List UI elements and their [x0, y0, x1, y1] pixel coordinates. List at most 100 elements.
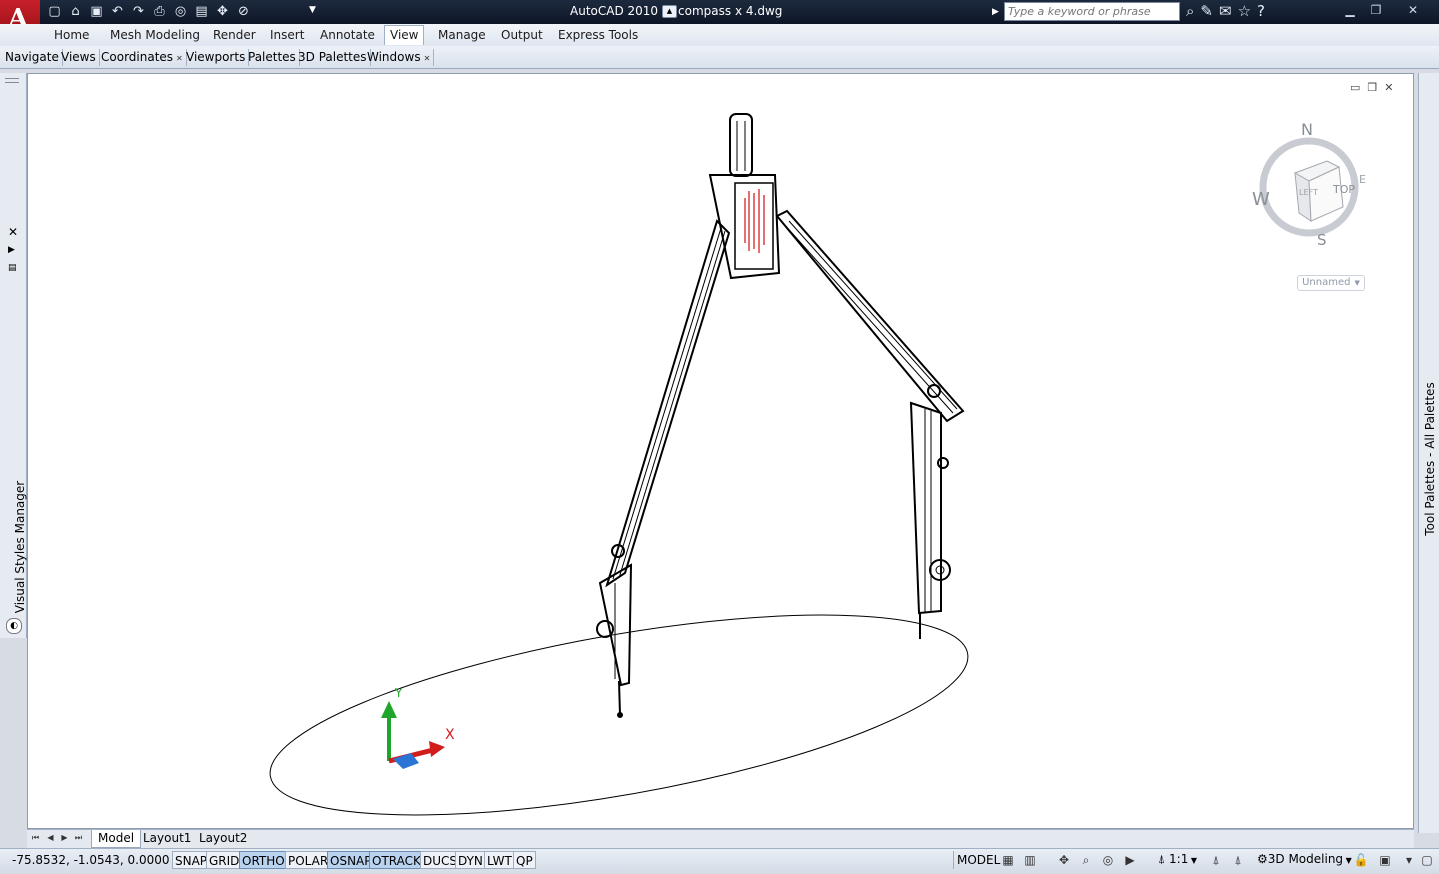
- communication-icon[interactable]: ✉: [1219, 2, 1232, 20]
- help-icon[interactable]: ?: [1257, 2, 1265, 20]
- tab-manage[interactable]: Manage: [433, 26, 491, 45]
- palette-grip[interactable]: [5, 78, 19, 83]
- annotation-scale[interactable]: ⍋ 1:1 ▼: [1158, 852, 1197, 867]
- workspace-switching[interactable]: ⚙3D Modeling ▼: [1257, 852, 1352, 866]
- auto-scale-icon[interactable]: ⍋: [1229, 851, 1247, 869]
- sheet-icon[interactable]: ▤: [193, 4, 210, 20]
- status-menu-icon[interactable]: ▾: [1400, 851, 1418, 869]
- panel-3d-palettes[interactable]: 3D Palettes: [295, 49, 371, 66]
- named-view-dropdown[interactable]: Unnamed ▼: [1297, 275, 1365, 291]
- viewcube[interactable]: TOP LEFT N W S E: [1252, 120, 1366, 249]
- panel-expand-icon[interactable]: ✕: [176, 54, 183, 63]
- binoculars-icon[interactable]: ⌕: [1186, 2, 1194, 20]
- panel-label: Coordinates: [101, 50, 174, 64]
- panel-viewports[interactable]: Viewports: [183, 49, 250, 66]
- chevron-down-icon: ▼: [1343, 856, 1352, 865]
- panel-coordinates[interactable]: Coordinates ✕: [98, 49, 187, 66]
- tool-palettes-title: Tool Palettes - All Palettes: [1423, 382, 1437, 536]
- toggle-otrack[interactable]: OTRACK: [369, 851, 424, 869]
- panel-navigate[interactable]: Navigate: [2, 49, 63, 66]
- subscription-icon[interactable]: ✎: [1200, 2, 1213, 20]
- toggle-qp[interactable]: QP: [513, 851, 536, 869]
- first-layout-icon[interactable]: ⏮: [30, 832, 41, 844]
- tab-annotate[interactable]: Annotate: [315, 26, 380, 45]
- qat-customize-icon[interactable]: ▼: [309, 5, 316, 15]
- steeringwheel-icon[interactable]: ◎: [1099, 851, 1117, 869]
- tab-home[interactable]: Home: [49, 26, 94, 45]
- toggle-snap[interactable]: SNAP: [172, 851, 211, 869]
- publish-icon[interactable]: ◎: [172, 4, 189, 20]
- minimize-button[interactable]: ▁: [1339, 2, 1361, 18]
- close-button[interactable]: ✕: [1402, 2, 1424, 18]
- tab-render[interactable]: Render: [208, 26, 261, 45]
- coordinate-readout[interactable]: -75.8532, -1.0543, 0.0000: [12, 853, 170, 867]
- search-input[interactable]: [1005, 3, 1181, 20]
- toggle-ortho[interactable]: ORTHO: [239, 851, 288, 869]
- last-layout-icon[interactable]: ⏭: [73, 832, 84, 844]
- layout-tab-layout2[interactable]: Layout2: [193, 830, 253, 847]
- hardware-acceleration-icon[interactable]: ▣: [1376, 851, 1394, 869]
- palette-close-icon[interactable]: ✕: [8, 225, 18, 239]
- toggle-polar[interactable]: POLAR: [285, 851, 332, 869]
- next-layout-icon[interactable]: ▶: [59, 832, 70, 844]
- plot-icon[interactable]: ⎙: [151, 4, 168, 20]
- tab-mesh-modeling[interactable]: Mesh Modeling: [105, 26, 205, 45]
- annotation-visibility-icon[interactable]: ⍋: [1207, 851, 1225, 869]
- panel-expand-icon[interactable]: ✕: [424, 54, 431, 63]
- showmotion-icon[interactable]: ▶: [1121, 851, 1139, 869]
- viewport-close-icon[interactable]: ✕: [1384, 81, 1393, 94]
- panel-palettes[interactable]: Palettes: [245, 49, 300, 66]
- viewcube-south[interactable]: S: [1317, 231, 1327, 249]
- infocenter-search: [1004, 2, 1181, 21]
- prev-layout-icon[interactable]: ◀: [45, 832, 56, 844]
- panel-label: Viewports: [186, 50, 246, 64]
- viewcube-west[interactable]: W: [1252, 189, 1270, 210]
- tab-insert[interactable]: Insert: [265, 26, 309, 45]
- workspace-name: 3D Modeling: [1267, 852, 1344, 866]
- toggle-grid[interactable]: GRID: [206, 851, 243, 869]
- panel-windows[interactable]: Windows ✕: [364, 49, 435, 66]
- viewcube-north[interactable]: N: [1301, 120, 1313, 139]
- panel-label: Palettes: [248, 50, 296, 64]
- palette-properties-icon[interactable]: ▤: [8, 263, 17, 273]
- toggle-dyn[interactable]: DYN: [455, 851, 486, 869]
- ribbon-minimize-icon[interactable]: ▲: [662, 5, 677, 18]
- tab-output[interactable]: Output: [496, 26, 548, 45]
- pan-icon[interactable]: ✥: [214, 4, 231, 20]
- model-space-button[interactable]: MODEL: [953, 851, 1003, 869]
- tab-view[interactable]: View: [384, 25, 425, 45]
- quick-view-drawings-icon[interactable]: ▥: [1021, 851, 1039, 869]
- viewcube-top-face[interactable]: TOP: [1332, 183, 1355, 196]
- save-icon[interactable]: ▣: [88, 4, 105, 20]
- zoom-tool-icon[interactable]: ⌕: [1077, 851, 1095, 869]
- tab-express-tools[interactable]: Express Tools: [553, 26, 643, 45]
- viewport-restore-icon[interactable]: ❐: [1367, 81, 1377, 94]
- panel-views[interactable]: Views: [58, 49, 100, 66]
- search-expand-icon[interactable]: ▶: [992, 4, 1002, 20]
- new-icon[interactable]: ▢: [46, 4, 63, 20]
- undo-icon[interactable]: ↶: [109, 4, 126, 20]
- toggle-lwt[interactable]: LWT: [484, 851, 515, 869]
- open-icon[interactable]: ⌂: [67, 4, 84, 20]
- viewport-minimize-icon[interactable]: ▭: [1350, 81, 1360, 94]
- redo-icon[interactable]: ↷: [130, 4, 147, 20]
- annotation-scale-value: 1:1: [1169, 852, 1189, 866]
- quick-view-layouts-icon[interactable]: ▦: [999, 851, 1017, 869]
- lasso-icon[interactable]: ⊘: [235, 4, 252, 20]
- layout-tab-model[interactable]: Model: [91, 830, 142, 848]
- viewcube-east[interactable]: E: [1359, 173, 1366, 186]
- ucs-x-label: X: [445, 727, 455, 743]
- favorites-icon[interactable]: ☆: [1238, 2, 1251, 20]
- chevron-down-icon: ▼: [1354, 279, 1360, 287]
- layout-tab-layout1[interactable]: Layout1: [137, 830, 197, 847]
- viewcube-left-face[interactable]: LEFT: [1299, 188, 1318, 197]
- maximize-button[interactable]: ❐: [1365, 2, 1387, 18]
- lock-icon[interactable]: 🔓: [1352, 851, 1370, 869]
- palette-autohide-icon[interactable]: ▶: [8, 245, 15, 255]
- pan-tool-icon[interactable]: ✥: [1055, 851, 1073, 869]
- model-drawing: Y X TOP LEFT N W S E: [269, 113, 1366, 816]
- named-view-label: Unnamed: [1302, 277, 1351, 288]
- gear-icon: ⚙: [1257, 852, 1268, 866]
- clean-screen-icon[interactable]: ▢: [1418, 851, 1436, 869]
- toggle-osnap[interactable]: OSNAP: [327, 851, 375, 869]
